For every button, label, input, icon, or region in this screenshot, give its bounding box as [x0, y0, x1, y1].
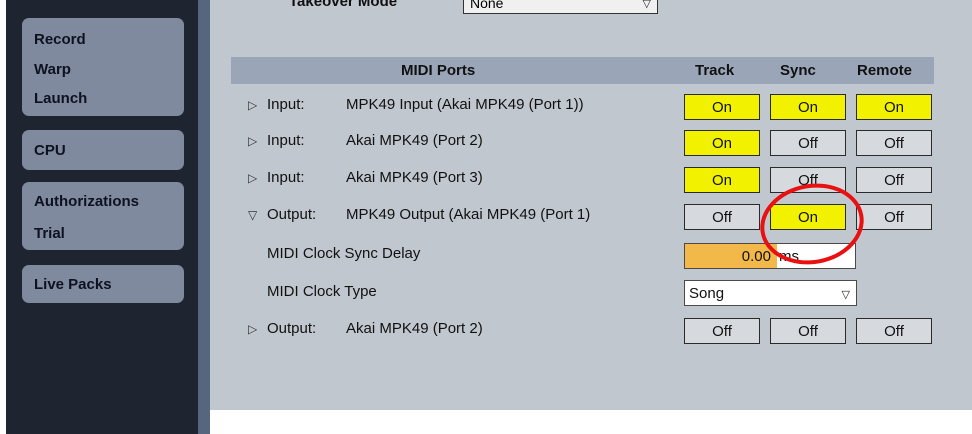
sync-toggle[interactable]: Off: [770, 167, 846, 193]
header-midi-ports: MIDI Ports: [401, 62, 476, 79]
clock-sync-delay-unit: ms: [779, 248, 799, 265]
header-remote: Remote: [857, 62, 913, 79]
track-toggle[interactable]: Off: [684, 318, 760, 344]
sidebar-item-trial[interactable]: Trial: [34, 225, 65, 242]
header-track: Track: [695, 62, 735, 79]
expand-triangle-icon[interactable]: ▷: [248, 171, 257, 185]
port-type: Output:: [267, 320, 317, 337]
sidebar-item-live-packs[interactable]: Live Packs: [34, 276, 112, 293]
track-toggle-label: Off: [712, 322, 732, 340]
sync-toggle-label: Off: [798, 134, 818, 152]
track-toggle-label: On: [711, 171, 732, 189]
track-toggle-label: On: [711, 98, 732, 116]
sync-toggle[interactable]: Off: [770, 130, 846, 156]
takeover-mode-label: Takeover Mode: [289, 0, 398, 10]
sync-toggle[interactable]: On: [770, 204, 846, 230]
sidebar-item-cpu[interactable]: CPU: [34, 142, 66, 159]
sidebar-divider: [198, 0, 210, 434]
port-name: Akai MPK49 (Port 2): [346, 132, 483, 149]
sync-toggle-label: On: [797, 208, 818, 226]
port-type: Output:: [267, 206, 317, 223]
track-toggle[interactable]: On: [684, 130, 760, 156]
chevron-down-icon: ▽: [841, 289, 850, 301]
remote-toggle[interactable]: On: [856, 94, 932, 120]
chevron-down-icon: ▽: [642, 0, 651, 10]
port-type: Input:: [267, 169, 305, 186]
sync-toggle[interactable]: Off: [770, 318, 846, 344]
remote-toggle-label: Off: [884, 171, 904, 189]
track-toggle[interactable]: On: [684, 167, 760, 193]
port-name: MPK49 Output (Akai MPK49 (Port 1): [346, 206, 591, 223]
clock-type-value: Song: [689, 285, 725, 302]
expand-triangle-icon[interactable]: ▷: [248, 98, 257, 112]
clock-sync-delay-field[interactable]: 0.00 ms: [684, 243, 856, 269]
track-toggle[interactable]: Off: [684, 204, 760, 230]
remote-toggle-label: Off: [884, 208, 904, 226]
midi-ports-header: [231, 57, 934, 84]
collapse-triangle-icon[interactable]: ▽: [248, 208, 257, 222]
remote-toggle[interactable]: Off: [856, 204, 932, 230]
expand-triangle-icon[interactable]: ▷: [248, 134, 257, 148]
clock-sync-delay-value: 0.00: [741, 248, 771, 265]
port-name: MPK49 Input (Akai MPK49 (Port 1)): [346, 96, 584, 113]
track-toggle-label: On: [711, 134, 732, 152]
bottom-strip: [210, 410, 972, 434]
sidebar-item-warp[interactable]: Warp: [34, 61, 71, 78]
remote-toggle[interactable]: Off: [856, 318, 932, 344]
remote-toggle-label: Off: [884, 134, 904, 152]
clock-type-select[interactable]: Song ▽: [684, 280, 857, 306]
port-type: Input:: [267, 132, 305, 149]
remote-toggle-label: On: [883, 98, 904, 116]
track-toggle-label: Off: [712, 208, 732, 226]
sidebar-item-authorizations[interactable]: Authorizations: [34, 193, 139, 210]
sync-toggle-label: Off: [798, 322, 818, 340]
port-name: Akai MPK49 (Port 3): [346, 169, 483, 186]
header-sync: Sync: [780, 62, 816, 79]
clock-type-label: MIDI Clock Type: [267, 283, 377, 300]
takeover-mode-value: None: [470, 0, 504, 11]
sidebar-item-launch[interactable]: Launch: [34, 90, 87, 107]
sync-toggle[interactable]: On: [770, 94, 846, 120]
takeover-mode-select[interactable]: None ▽: [463, 0, 658, 14]
port-type: Input:: [267, 96, 305, 113]
remote-toggle[interactable]: Off: [856, 167, 932, 193]
sync-toggle-label: Off: [798, 171, 818, 189]
track-toggle[interactable]: On: [684, 94, 760, 120]
port-name: Akai MPK49 (Port 2): [346, 320, 483, 337]
remote-toggle-label: Off: [884, 322, 904, 340]
expand-triangle-icon[interactable]: ▷: [248, 322, 257, 336]
sidebar-item-record[interactable]: Record: [34, 31, 86, 48]
remote-toggle[interactable]: Off: [856, 130, 932, 156]
sync-toggle-label: On: [797, 98, 818, 116]
clock-sync-delay-label: MIDI Clock Sync Delay: [267, 245, 421, 262]
